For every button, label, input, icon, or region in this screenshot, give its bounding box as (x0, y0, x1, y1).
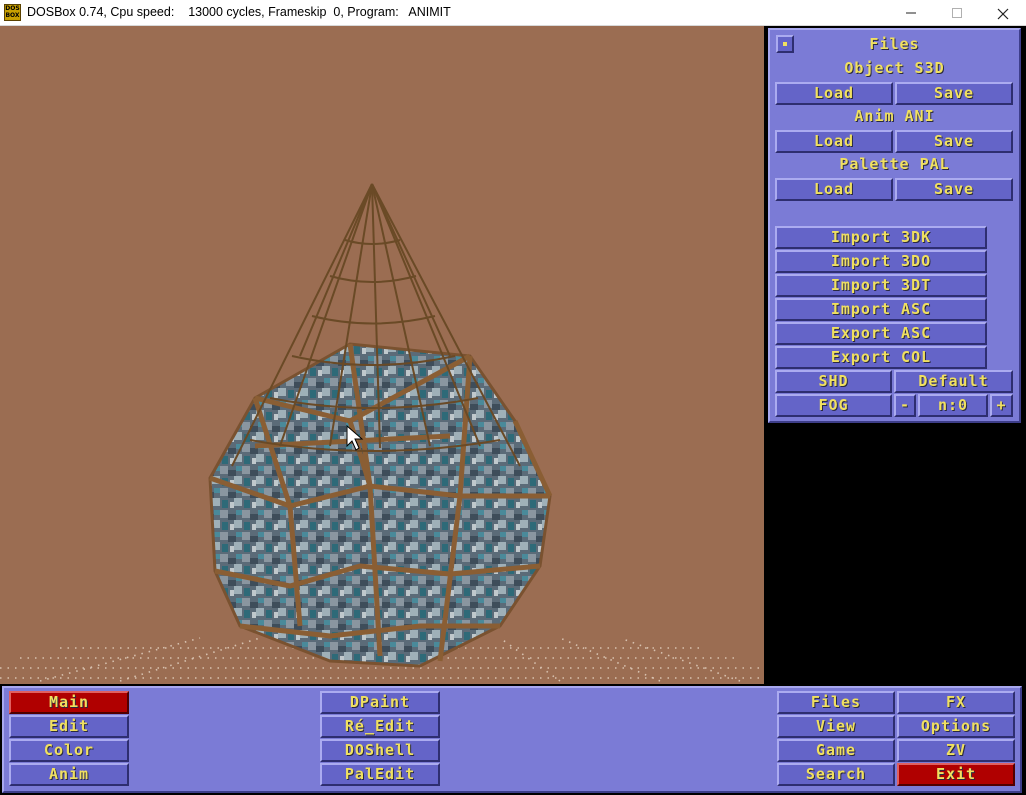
exit-button[interactable]: Exit (897, 763, 1015, 786)
object-s3d-label: Object S3D (844, 59, 945, 77)
fog-decrease-button[interactable]: - (894, 394, 916, 417)
window-title-bar[interactable]: DOS BOX DOSBox 0.74, Cpu speed: 13000 cy… (0, 0, 1026, 26)
zv-menu-button[interactable]: ZV (897, 739, 1015, 762)
maximize-icon (952, 8, 962, 18)
files-panel-title: Files (869, 35, 920, 53)
fog-value-display: n:0 (918, 394, 988, 417)
close-icon (997, 8, 1009, 19)
3d-object-render (0, 183, 764, 682)
close-window-button[interactable] (980, 0, 1026, 26)
3d-viewport[interactable] (0, 26, 764, 684)
game-menu-button[interactable]: Game (777, 739, 895, 762)
main-menu-button[interactable]: Main (9, 691, 129, 714)
import-asc-button[interactable]: Import ASC (775, 298, 987, 321)
fog-button[interactable]: FOG (775, 394, 892, 417)
options-menu-button[interactable]: Options (897, 715, 1015, 738)
view-menu-button[interactable]: View (777, 715, 895, 738)
doshell-button[interactable]: DOShell (320, 739, 440, 762)
export-col-button[interactable]: Export COL (775, 346, 987, 369)
re-edit-button[interactable]: Ré_Edit (320, 715, 440, 738)
maximize-button[interactable] (934, 0, 980, 26)
palette-pal-label: Palette PAL (839, 155, 950, 173)
import-3dk-button[interactable]: Import 3DK (775, 226, 987, 249)
files-menu-button[interactable]: Files (777, 691, 895, 714)
anim-menu-button[interactable]: Anim (9, 763, 129, 786)
search-menu-button[interactable]: Search (777, 763, 895, 786)
object-load-button[interactable]: Load (775, 82, 893, 105)
edit-menu-button[interactable]: Edit (9, 715, 129, 738)
palette-save-button[interactable]: Save (895, 178, 1013, 201)
dosbox-app-icon: DOS BOX (4, 4, 21, 21)
minimize-button[interactable] (888, 0, 934, 26)
color-menu-button[interactable]: Color (9, 739, 129, 762)
minimize-icon (906, 12, 916, 14)
import-3do-button[interactable]: Import 3DO (775, 250, 987, 273)
shd-button[interactable]: SHD (775, 370, 892, 393)
palette-load-button[interactable]: Load (775, 178, 893, 201)
anim-save-button[interactable]: Save (895, 130, 1013, 153)
files-panel: Files Object S3D Load Save Anim ANI Load… (768, 28, 1021, 423)
import-3dt-button[interactable]: Import 3DT (775, 274, 987, 297)
dpaint-button[interactable]: DPaint (320, 691, 440, 714)
window-title: DOSBox 0.74, Cpu speed: 13000 cycles, Fr… (27, 5, 451, 19)
anim-load-button[interactable]: Load (775, 130, 893, 153)
object-save-button[interactable]: Save (895, 82, 1013, 105)
fx-menu-button[interactable]: FX (897, 691, 1015, 714)
paledit-button[interactable]: PalEdit (320, 763, 440, 786)
anim-ani-label: Anim ANI (854, 107, 935, 125)
bottom-menu-panel: Main Edit Color Anim DPaint Ré_Edit DOSh… (2, 686, 1022, 793)
fog-increase-button[interactable]: + (990, 394, 1013, 417)
default-button[interactable]: Default (894, 370, 1013, 393)
export-asc-button[interactable]: Export ASC (775, 322, 987, 345)
